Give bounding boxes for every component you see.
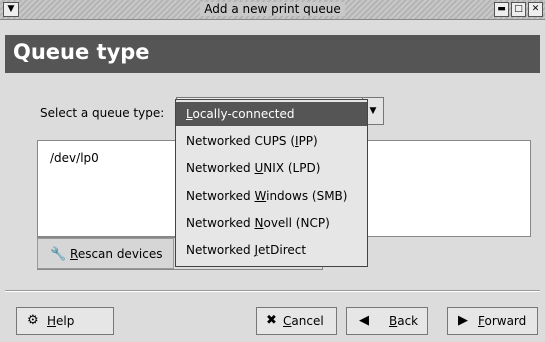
minimize-icon[interactable]: ▬ [494, 2, 509, 17]
forward-arrow-icon: ▶ [458, 313, 468, 328]
queue-type-label: Select a queue type: [40, 106, 165, 120]
rescan-devices-button[interactable]: 🔧 Rescan devices [37, 238, 174, 269]
page-title: Queue type [13, 40, 150, 64]
help-label: Help [47, 314, 75, 328]
window-title: Add a new print queue [0, 2, 545, 16]
list-item[interactable]: /dev/lp0 [50, 151, 99, 165]
rescan-icon: 🔧 [50, 247, 67, 262]
help-button[interactable]: ⚙ Help [16, 307, 114, 335]
title-bar[interactable]: ▼ Add a new print queue ▬ □ ✕ [0, 0, 545, 20]
back-button[interactable]: ◀ Back [346, 307, 428, 335]
cancel-label: Cancel [283, 314, 324, 328]
cancel-button[interactable]: ✖ Cancel [256, 307, 337, 335]
separator [5, 290, 540, 292]
rescan-label: Rescan devices [70, 247, 163, 261]
queue-type-dropdown[interactable]: Locally-connected Networked CUPS (IPP) N… [175, 99, 368, 267]
maximize-icon[interactable]: □ [511, 2, 526, 17]
help-icon: ⚙ [27, 313, 39, 328]
back-label: Back [389, 314, 419, 328]
forward-button[interactable]: ▶ Forward [447, 307, 538, 335]
close-icon[interactable]: ✕ [528, 2, 543, 17]
dropdown-item-windows-smb[interactable]: Networked Windows (SMB) [176, 184, 367, 208]
dropdown-item-novell-ncp[interactable]: Networked Novell (NCP) [176, 211, 367, 235]
page-header: Queue type [5, 35, 540, 73]
back-arrow-icon: ◀ [359, 313, 369, 328]
forward-label: Forward [478, 314, 527, 328]
cancel-icon: ✖ [266, 313, 277, 328]
dropdown-item-unix-lpd[interactable]: Networked UNIX (LPD) [176, 156, 367, 180]
dropdown-item-cups-ipp[interactable]: Networked CUPS (IPP) [176, 129, 367, 153]
dropdown-item-jetdirect[interactable]: Networked JetDirect [176, 238, 367, 262]
dropdown-item-locally-connected[interactable]: Locally-connected [176, 102, 367, 126]
